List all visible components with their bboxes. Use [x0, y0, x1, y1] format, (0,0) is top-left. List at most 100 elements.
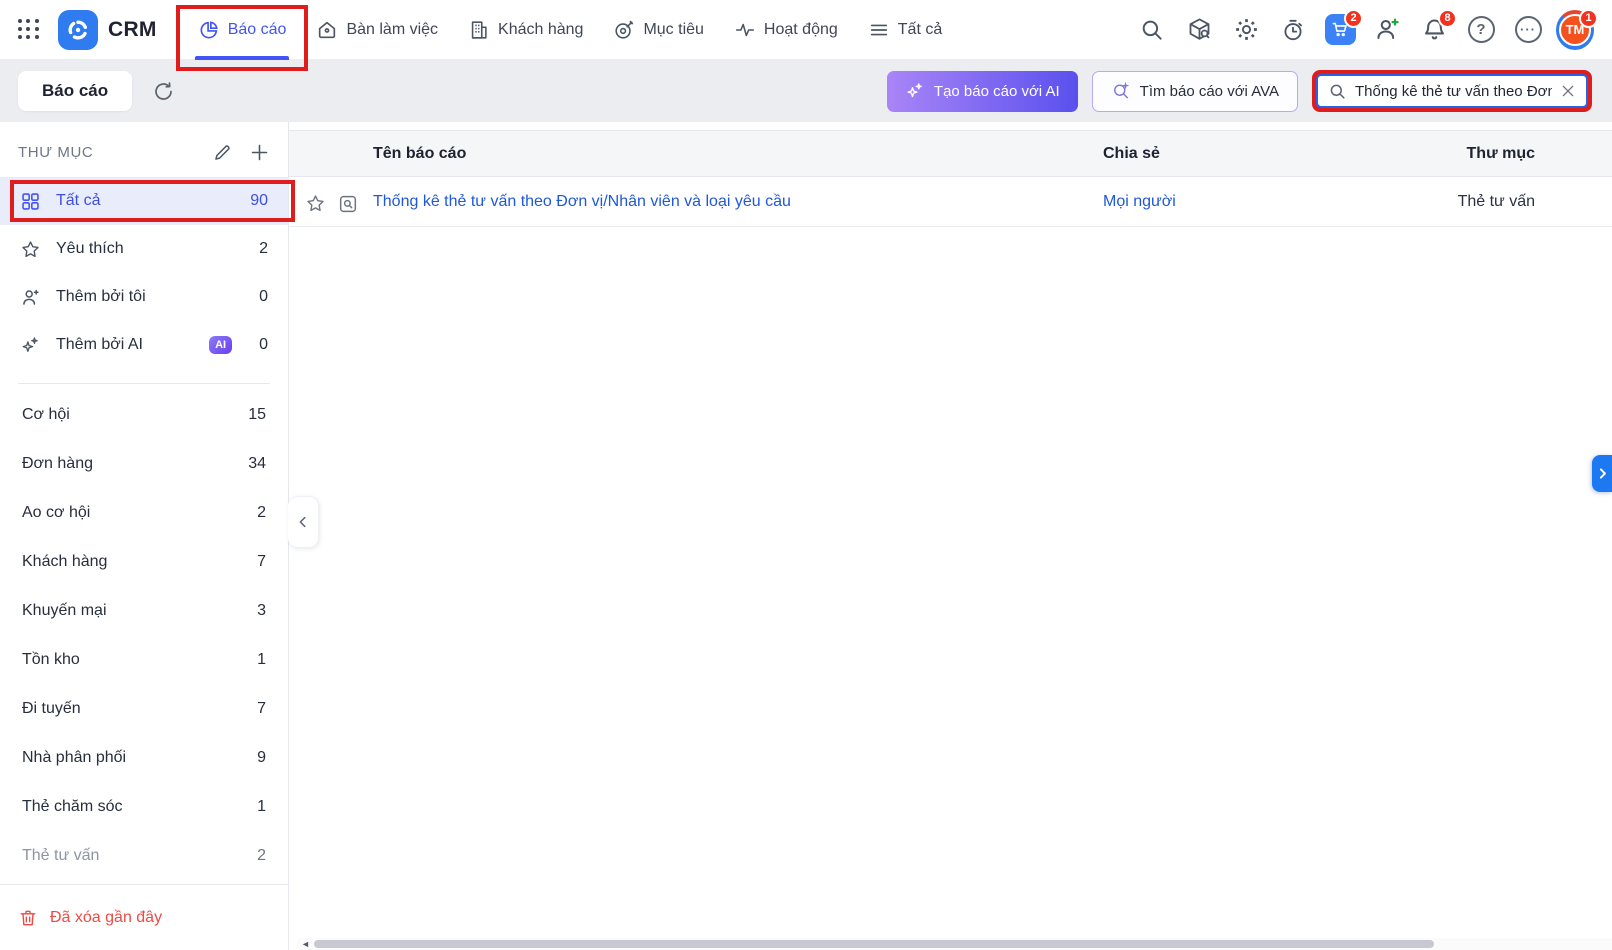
folder-count: 9 — [257, 748, 266, 766]
create-report-ai-button[interactable]: Tạo báo cáo với AI — [886, 70, 1078, 112]
toolbar-actions: Tạo báo cáo với AI Tìm báo cáo với AVA — [886, 70, 1592, 112]
target-icon — [615, 20, 634, 39]
folder-label: Khách hàng — [22, 552, 108, 570]
add-folder-icon[interactable] — [249, 142, 270, 163]
app-title: CRM — [108, 17, 157, 41]
report-search-box — [1316, 74, 1588, 108]
person-add-icon — [23, 289, 39, 305]
tab-tat-ca[interactable]: Tất cả — [853, 0, 957, 60]
tab-ban-lam-viec[interactable]: Bàn làm việc — [301, 0, 453, 60]
user-avatar[interactable]: TM 1 — [1556, 8, 1598, 50]
sidebar-item-favorites[interactable]: Yêu thích 2 — [0, 225, 288, 273]
folder-count: 3 — [257, 601, 266, 619]
tab-label: Khách hàng — [498, 20, 584, 38]
package-search-icon[interactable] — [1180, 11, 1218, 49]
item-label: Tất cả — [56, 192, 101, 209]
page-title[interactable]: Báo cáo — [18, 71, 133, 111]
tab-muc-tieu[interactable]: Mục tiêu — [598, 0, 718, 60]
marketplace-cart-icon[interactable]: 2 — [1321, 8, 1363, 49]
ai-badge: AI — [209, 336, 233, 354]
sidebar-header: THƯ MỤC — [0, 122, 288, 177]
refresh-icon[interactable] — [152, 80, 175, 103]
highlight-box-search — [1312, 70, 1592, 112]
scroll-left-arrow-icon[interactable]: ◄ — [301, 939, 310, 949]
tab-label: Hoạt động — [763, 20, 838, 38]
sidebar-item-added-by-ai[interactable]: Thêm bởi AI AI 0 — [0, 321, 288, 369]
trash-icon — [20, 910, 36, 925]
favorite-star-icon[interactable] — [305, 193, 326, 214]
folder-label: Thẻ chăm sóc — [22, 797, 123, 815]
folder-item[interactable]: Tồn kho 1 — [0, 635, 288, 684]
recently-deleted-label: Đã xóa gần đây — [50, 908, 163, 926]
table-row[interactable]: Thống kê thẻ tư vấn theo Đơn vị/Nhân viê… — [289, 177, 1612, 227]
sidebar-collapse-handle[interactable] — [288, 496, 319, 548]
scrollbar-thumb[interactable] — [313, 940, 1434, 948]
building-icon — [471, 20, 487, 39]
nav-actions: 2 8 ? ··· TM 1 — [1133, 8, 1598, 50]
tab-khach-hang[interactable]: Khách hàng — [453, 0, 598, 60]
expand-panel-tab[interactable] — [1592, 455, 1612, 492]
help-icon[interactable]: ? — [1462, 11, 1500, 49]
horizontal-scrollbar[interactable]: ◄ — [297, 938, 1612, 950]
sparkles-icon — [907, 83, 922, 98]
folder-count: 2 — [257, 503, 266, 521]
folder-label: Đi tuyến — [22, 699, 81, 717]
tab-label: Mục tiêu — [643, 20, 704, 38]
folders-sidebar: THƯ MỤC Tất cả 90 Yêu thích 2 Thêm bởi t… — [0, 122, 319, 950]
sidebar-item-all[interactable]: Tất cả 90 — [0, 177, 295, 225]
folder-item[interactable]: Cơ hội 15 — [0, 390, 288, 439]
folder-label: Khuyến mại — [22, 601, 107, 619]
folder-count: 7 — [257, 699, 266, 717]
table-header: Tên báo cáo Chia sẻ Thư mục — [289, 130, 1612, 177]
top-navigation: CRM Báo cáo Bàn làm việc Khách hàng Mục … — [0, 0, 1612, 71]
create-report-ai-label: Tạo báo cáo với AI — [933, 82, 1060, 100]
chevron-right-icon — [1599, 468, 1606, 479]
find-report-ava-button[interactable]: Tìm báo cáo với AVA — [1091, 70, 1298, 112]
settings-gear-icon[interactable] — [1227, 11, 1265, 49]
folder-item[interactable]: Đi tuyến 7 — [0, 684, 288, 733]
app-launcher-icon[interactable] — [14, 15, 44, 45]
recently-deleted-button[interactable]: Đã xóa gần đây — [0, 884, 288, 950]
tab-label: Bàn làm việc — [346, 20, 439, 38]
folder-label: Ao cơ hội — [22, 503, 91, 521]
question-glyph: ? — [1467, 16, 1495, 43]
tab-label: Báo cáo — [227, 20, 287, 38]
search-icon[interactable] — [1133, 11, 1171, 49]
item-count: 90 — [250, 192, 268, 209]
preview-icon[interactable] — [337, 193, 359, 215]
item-count: 0 — [259, 288, 268, 305]
search-icon — [1330, 84, 1345, 99]
home-icon — [319, 21, 336, 38]
folder-count: 15 — [248, 405, 266, 423]
notifications-badge: 8 — [1438, 8, 1457, 28]
sparkles-icon — [22, 336, 38, 352]
folder-count: 1 — [257, 797, 266, 815]
tab-hoat-dong[interactable]: Hoạt động — [719, 0, 853, 60]
reminder-clock-icon[interactable] — [1274, 11, 1312, 49]
tab-bao-cao[interactable]: Báo cáo — [175, 0, 309, 71]
grid-icon — [22, 192, 39, 210]
folder-item[interactable]: Ao cơ hội 2 — [0, 488, 288, 537]
report-folder-value: Thẻ tư vấn — [1457, 192, 1535, 210]
folder-label: Thẻ tư vấn — [22, 846, 100, 864]
header-folder: Thư mục — [1466, 144, 1535, 162]
folder-item[interactable]: Đơn hàng 34 — [0, 439, 288, 488]
folder-item[interactable]: Khuyến mại 3 — [0, 586, 288, 635]
star-icon — [22, 240, 39, 257]
report-search-input[interactable] — [1355, 82, 1552, 100]
clear-search-icon[interactable] — [1560, 83, 1576, 99]
folder-item[interactable]: Nhà phân phối 9 — [0, 733, 288, 782]
folder-item[interactable]: Thẻ tư vấn 2 — [0, 831, 288, 880]
crm-logo-icon[interactable] — [58, 9, 98, 50]
sidebar-item-added-by-me[interactable]: Thêm bởi tôi 0 — [0, 273, 288, 321]
report-share-link[interactable]: Mọi người — [1103, 193, 1176, 210]
edit-folders-icon[interactable] — [212, 142, 233, 163]
sidebar-divider — [18, 383, 270, 384]
folder-item[interactable]: Thẻ chăm sóc 1 — [0, 782, 288, 831]
pie-chart-icon — [200, 20, 218, 38]
folder-item[interactable]: Khách hàng 7 — [0, 537, 288, 586]
notifications-bell-icon[interactable]: 8 — [1415, 8, 1457, 49]
add-user-icon[interactable] — [1368, 11, 1406, 49]
more-options-icon[interactable]: ··· — [1509, 11, 1547, 49]
report-name-link[interactable]: Thống kê thẻ tư vấn theo Đơn vị/Nhân viê… — [373, 193, 791, 210]
